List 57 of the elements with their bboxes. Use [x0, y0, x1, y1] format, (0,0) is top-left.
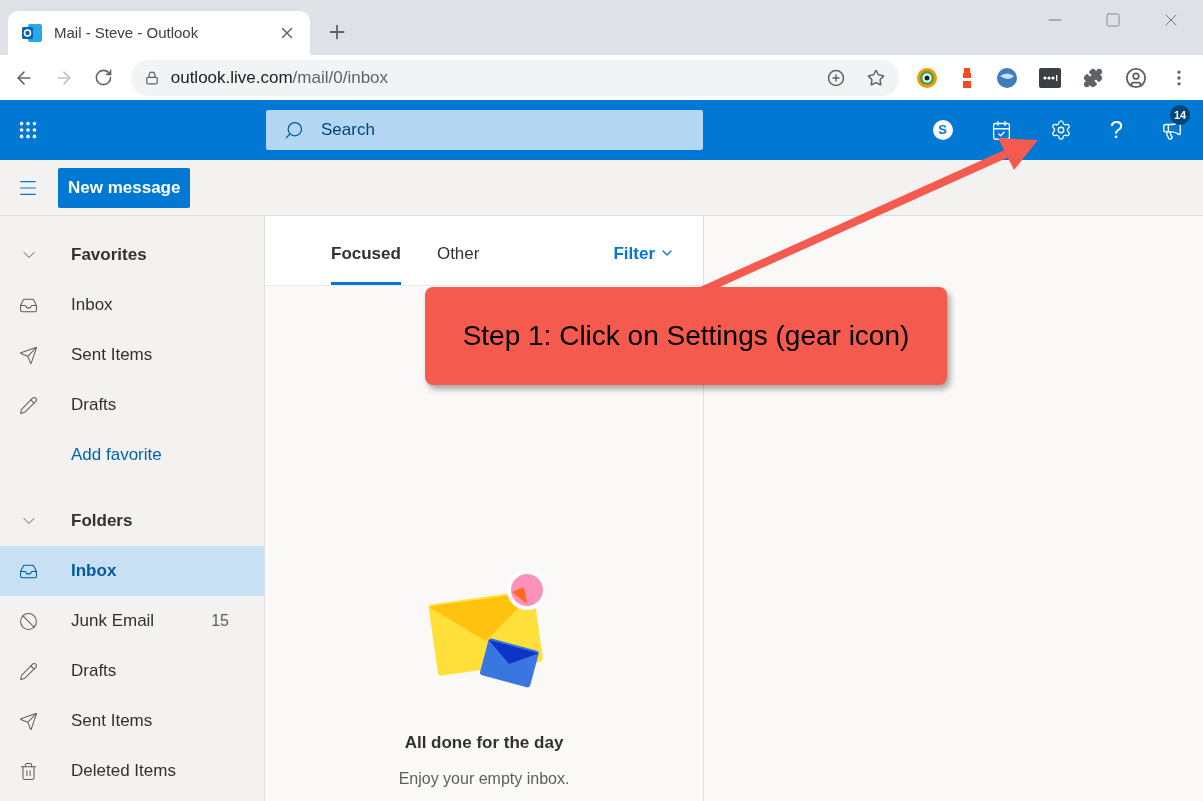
zoom-icon[interactable]	[827, 68, 845, 87]
folder-item[interactable]: Junk Email 15	[0, 596, 264, 646]
folder-item[interactable]: Deleted Items	[0, 746, 264, 796]
empty-state-title: All done for the day	[404, 731, 564, 754]
search-field[interactable]: Search	[266, 110, 703, 150]
folder-label: Sent Items	[71, 710, 153, 733]
section-title: Folders	[71, 510, 133, 533]
lock-icon	[144, 70, 159, 85]
folder-item[interactable]: Drafts	[0, 646, 264, 696]
calendar-check-icon[interactable]	[990, 119, 1012, 141]
browser-tab[interactable]: Mail - Steve - Outlook	[8, 11, 310, 55]
reload-icon[interactable]	[93, 68, 113, 87]
unread-count: 15	[211, 611, 229, 631]
folder-label: Sent Items	[71, 344, 153, 367]
notification-badge: 14	[1170, 105, 1190, 125]
trash-icon	[19, 761, 38, 781]
folder-label: Inbox	[71, 294, 113, 317]
settings-icon[interactable]	[1049, 119, 1072, 141]
folder-label: Deleted Items	[71, 760, 176, 783]
new-message-button[interactable]: New message	[58, 167, 191, 208]
pencil-icon	[19, 661, 38, 681]
blocked-icon	[19, 611, 38, 631]
app-launcher-icon[interactable]	[17, 119, 39, 141]
add-favorite-link[interactable]: Add favorite	[71, 442, 162, 468]
send-icon	[19, 345, 38, 365]
puzzle-icon[interactable]	[1083, 67, 1103, 88]
folder-label: Inbox	[71, 560, 117, 583]
skype-icon[interactable]: S	[932, 120, 953, 140]
folder-item[interactable]: Drafts	[0, 380, 264, 430]
annotation-callout: Step 1: Click on Settings (gear icon)	[425, 287, 947, 385]
search-icon	[284, 120, 304, 140]
empty-state-subtitle: Enjoy your empty inbox.	[398, 769, 570, 789]
section-header[interactable]: Folders	[0, 496, 264, 546]
folder-item[interactable]: Sent Items	[0, 330, 264, 380]
account-icon[interactable]	[1125, 66, 1147, 89]
address-bar[interactable]: outlook.live.com/mail/0/inbox	[130, 59, 899, 96]
password-dots-icon[interactable]	[1039, 67, 1061, 88]
section-header[interactable]: Favorites	[0, 230, 264, 280]
star-icon[interactable]	[867, 68, 885, 87]
folder-item[interactable]: Sent Items	[0, 696, 264, 746]
help-button[interactable]: ?	[1109, 118, 1123, 142]
url-text: outlook.live.com/mail/0/inbox	[170, 66, 389, 89]
filter-button[interactable]: Filter	[613, 240, 675, 266]
pencil-icon	[19, 395, 38, 415]
folder-label: Drafts	[71, 660, 117, 683]
pivot-tab[interactable]: Other	[436, 240, 480, 285]
color-wheel-icon[interactable]	[917, 67, 937, 88]
send-icon	[19, 711, 38, 731]
mail-logo-icon	[22, 24, 42, 42]
search-placeholder: Search	[321, 119, 375, 142]
folder-label: Junk Email	[71, 610, 155, 633]
folder-item[interactable]: Inbox	[0, 546, 264, 596]
tab-title: Mail - Steve - Outlook	[54, 22, 199, 43]
pivot-tab[interactable]: Focused	[331, 240, 401, 285]
folder-label: Drafts	[71, 394, 117, 417]
folder-item[interactable]: Inbox	[0, 280, 264, 330]
section-title: Favorites	[71, 244, 147, 267]
